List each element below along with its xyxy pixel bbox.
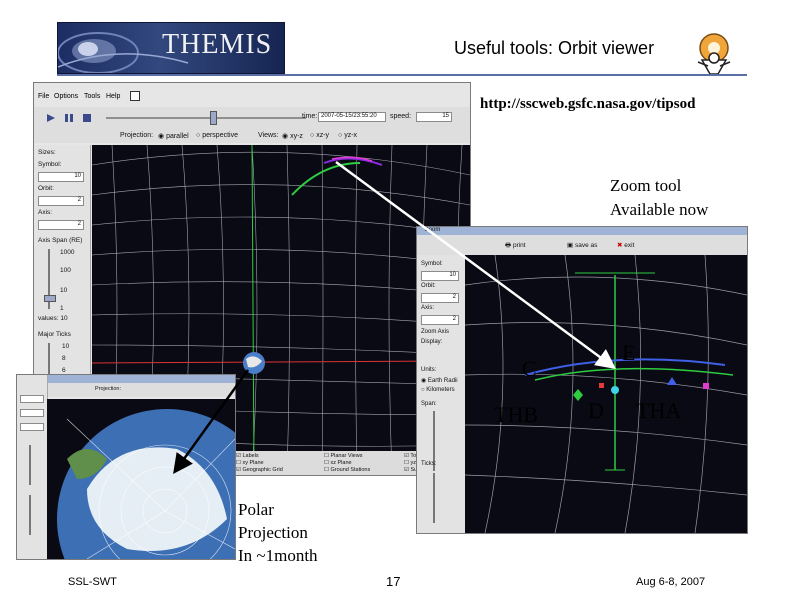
- footer-left: SSL-SWT: [68, 576, 117, 588]
- zoom-pointer-arrow: [335, 160, 617, 369]
- annotation-arrows: [173, 160, 617, 475]
- footer-date: Aug 6-8, 2007: [636, 576, 706, 588]
- page-number: 17: [386, 574, 401, 589]
- polar-pointer-arrow: [173, 369, 250, 475]
